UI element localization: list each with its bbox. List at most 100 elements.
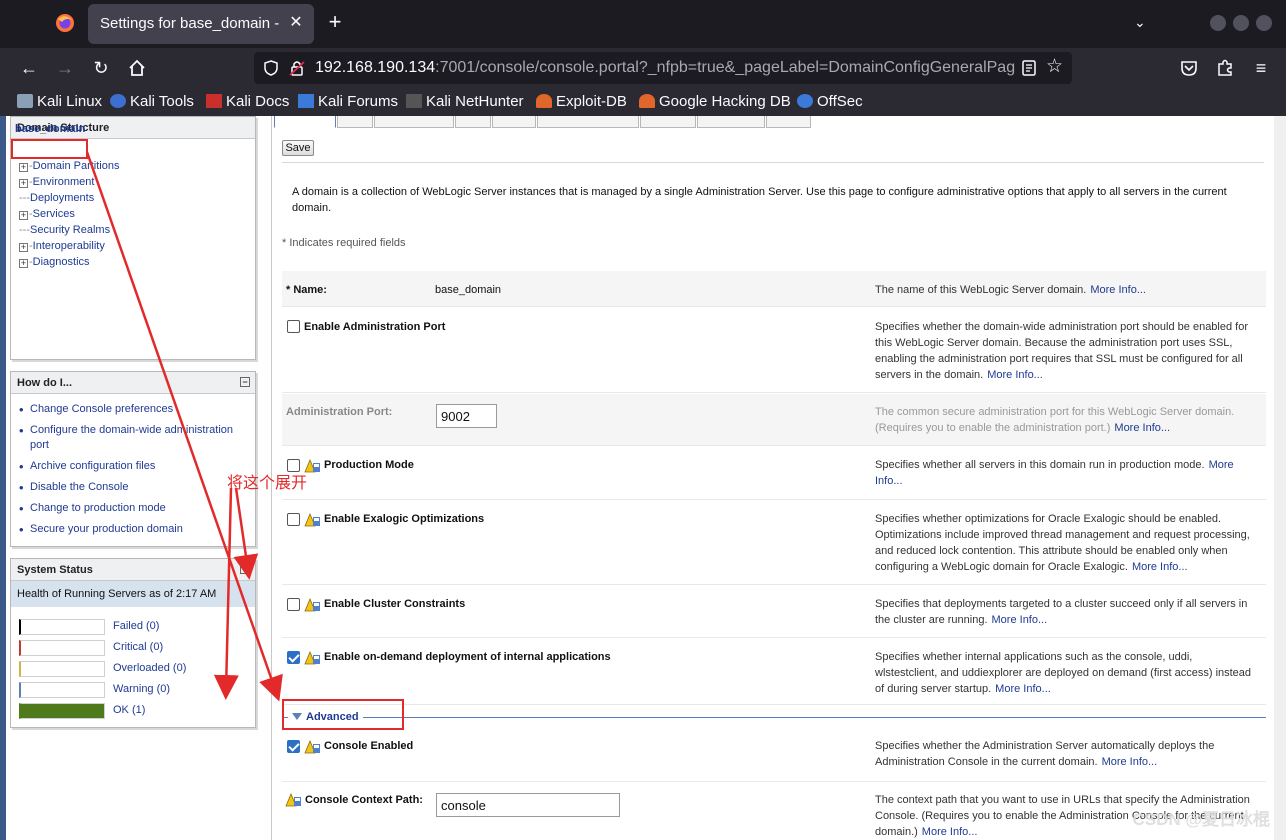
status-label[interactable]: OK (1): [113, 704, 145, 716]
tree-root-base-domain[interactable]: base_domain: [15, 123, 85, 135]
row-production-mode: Production Mode Specifies whether all se…: [282, 447, 1266, 500]
tree-item-diagnostics[interactable]: + -Diagnostics: [19, 256, 90, 268]
how-do-i-panel: How do I...− Change Console preferences …: [10, 371, 256, 547]
tab-stub[interactable]: [697, 116, 765, 128]
collapse-icon[interactable]: −: [240, 564, 250, 574]
bookmark-kali-docs[interactable]: Kali Docs: [206, 93, 289, 110]
minimize-window-icon[interactable]: [1210, 15, 1226, 31]
close-tab-icon[interactable]: ✕: [286, 13, 306, 33]
tab-configuration[interactable]: [274, 116, 336, 128]
status-bar-fill: [21, 704, 104, 718]
admin-port-description: The common secure administration port fo…: [875, 406, 1235, 434]
expand-plus-icon[interactable]: +: [19, 179, 28, 188]
expand-plus-icon[interactable]: +: [19, 243, 28, 252]
cluster-constraints-checkbox[interactable]: [287, 598, 300, 611]
tab-stub[interactable]: [766, 116, 811, 128]
reader-view-icon[interactable]: [1020, 59, 1038, 77]
more-info-link[interactable]: More Info...: [992, 614, 1048, 626]
tree-item-environment[interactable]: + -Environment: [19, 176, 94, 188]
pocket-icon[interactable]: [1175, 54, 1203, 82]
on-demand-deployment-checkbox[interactable]: [287, 651, 300, 664]
new-tab-icon[interactable]: +: [323, 10, 347, 34]
tab-stub[interactable]: [374, 116, 454, 128]
tab-title: Settings for base_domain - b: [100, 15, 280, 32]
bookmark-exploit-db[interactable]: Exploit-DB: [536, 93, 627, 110]
required-fields-note: * Indicates required fields: [282, 237, 406, 249]
tree-item-services[interactable]: + -Services: [19, 208, 75, 220]
more-info-link[interactable]: More Info...: [987, 369, 1043, 381]
howdo-link-change-production-mode[interactable]: Change to production mode: [19, 501, 249, 516]
bookmark-kali-linux[interactable]: Kali Linux: [17, 93, 102, 110]
home-icon[interactable]: [123, 54, 151, 82]
maximize-window-icon[interactable]: [1233, 15, 1249, 31]
settings-tabs: [274, 116, 814, 128]
page-intro: A domain is a collection of WebLogic Ser…: [292, 186, 1227, 214]
shield-icon[interactable]: [262, 59, 280, 77]
divider: [282, 162, 1264, 163]
tree-item-security-realms[interactable]: ---Security Realms: [19, 224, 110, 236]
more-info-link[interactable]: More Info...: [1102, 756, 1158, 768]
tab-stub[interactable]: [640, 116, 696, 128]
on-demand-deployment-description: Specifies whether internal applications …: [875, 651, 1252, 695]
more-info-link[interactable]: More Info...: [1090, 284, 1146, 296]
status-bar: [19, 661, 105, 677]
more-info-link[interactable]: More Info...: [1132, 561, 1188, 573]
tab-stub[interactable]: [492, 116, 536, 128]
insecure-lock-icon[interactable]: [288, 59, 306, 77]
more-info-link[interactable]: More Info...: [922, 826, 978, 838]
on-demand-deployment-label: Enable on-demand deployment of internal …: [324, 651, 611, 663]
more-info-link[interactable]: More Info...: [995, 683, 1051, 695]
forward-arrow-icon[interactable]: →: [51, 54, 79, 82]
exalogic-label: Enable Exalogic Optimizations: [324, 513, 485, 525]
expand-plus-icon[interactable]: +: [19, 163, 28, 172]
bookmark-kali-forums[interactable]: Kali Forums: [298, 93, 398, 110]
firefox-icon[interactable]: [52, 10, 78, 36]
menu-hamburger-icon[interactable]: ≡: [1247, 54, 1275, 82]
tree-item-interoperability[interactable]: + -Interoperability: [19, 240, 105, 252]
console-enabled-checkbox[interactable]: [287, 740, 300, 753]
status-label[interactable]: Warning (0): [113, 683, 170, 695]
tree-item-domain-partitions[interactable]: + -Domain Partitions: [19, 160, 120, 172]
cluster-constraints-label: Enable Cluster Constraints: [324, 598, 466, 610]
bookmarks-toolbar: Kali Linux Kali Tools Kali Docs Kali For…: [0, 88, 1286, 116]
console-enabled-description: Specifies whether the Administration Ser…: [875, 740, 1215, 768]
active-tab[interactable]: Settings for base_domain - b ✕: [88, 4, 314, 44]
url-bar[interactable]: 192.168.190.134:7001/console/console.por…: [254, 52, 1072, 84]
enable-admin-port-checkbox[interactable]: [287, 320, 300, 333]
page-scrollbar[interactable]: [1274, 116, 1286, 840]
admin-port-input[interactable]: [436, 404, 497, 428]
tab-stub[interactable]: [337, 116, 373, 128]
howdo-link-secure-production-domain[interactable]: Secure your production domain: [19, 522, 249, 537]
howdo-link-disable-console[interactable]: Disable the Console: [19, 480, 249, 495]
exalogic-checkbox[interactable]: [287, 513, 300, 526]
tree-item-deployments[interactable]: ---Deployments: [19, 192, 94, 204]
chevron-down-icon[interactable]: ⌄: [1134, 14, 1146, 31]
expand-plus-icon[interactable]: +: [19, 211, 28, 220]
tab-stub[interactable]: [537, 116, 639, 128]
reload-icon[interactable]: ↻: [87, 54, 115, 82]
restart-required-warning-icon: [304, 740, 320, 754]
expand-plus-icon[interactable]: +: [19, 259, 28, 268]
status-label[interactable]: Overloaded (0): [113, 662, 186, 674]
more-info-link[interactable]: More Info...: [1114, 422, 1170, 434]
bookmark-kali-nethunter[interactable]: Kali NetHunter: [406, 93, 524, 110]
status-label[interactable]: Failed (0): [113, 620, 159, 632]
collapse-icon[interactable]: −: [240, 377, 250, 387]
bookmark-google-hacking-db[interactable]: Google Hacking DB: [639, 93, 791, 110]
save-button[interactable]: Save: [282, 140, 314, 156]
status-label[interactable]: Critical (0): [113, 641, 163, 653]
bookmark-kali-tools[interactable]: Kali Tools: [110, 93, 194, 110]
offsec-icon: [797, 94, 813, 108]
console-context-path-input[interactable]: [436, 793, 620, 817]
back-arrow-icon[interactable]: ←: [15, 54, 43, 82]
bookmark-star-icon[interactable]: ☆: [1046, 55, 1063, 78]
tab-stub[interactable]: [455, 116, 491, 128]
url-text[interactable]: 192.168.190.134:7001/console/console.por…: [315, 59, 1015, 77]
close-window-icon[interactable]: [1256, 15, 1272, 31]
enable-admin-port-label: Enable Administration Port: [304, 321, 446, 333]
howdo-link-change-console-preferences[interactable]: Change Console preferences: [19, 402, 249, 417]
bookmark-offsec[interactable]: OffSec: [797, 93, 863, 110]
extensions-puzzle-icon[interactable]: [1211, 54, 1239, 82]
howdo-link-configure-admin-port[interactable]: Configure the domain-wide administration…: [19, 423, 249, 453]
howdo-link-archive-configuration[interactable]: Archive configuration files: [19, 459, 249, 474]
